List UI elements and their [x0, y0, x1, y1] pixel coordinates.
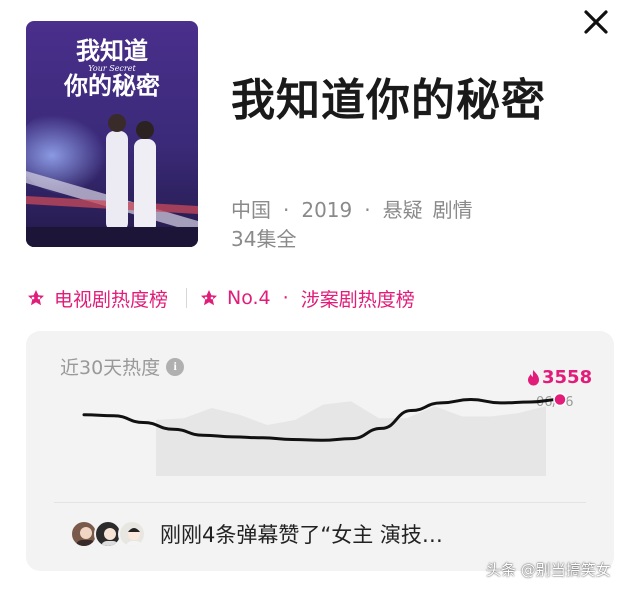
watermark: 头条 @别当搞笑女: [486, 561, 611, 579]
star-icon: [201, 290, 218, 306]
divider: [54, 502, 586, 503]
rank-number[interactable]: No.4: [227, 287, 271, 309]
danmaku-comment-row[interactable]: 刚刚4条弹幕赞了“女主 演技…: [70, 517, 443, 551]
tv-heat-ranking-link[interactable]: 电视剧热度榜: [54, 285, 168, 312]
meta-separator: ·: [364, 198, 371, 222]
close-icon: [584, 10, 608, 34]
danmaku-comment-text: 刚刚4条弹幕赞了“女主 演技…: [160, 523, 443, 547]
heat-card[interactable]: 近30天热度 i 3558 06/06 刚刚4条弹幕赞了“女主 演技…: [26, 331, 614, 571]
close-button[interactable]: [578, 4, 614, 40]
show-title: 我知道你的秘密: [231, 75, 546, 126]
divider: [186, 288, 188, 308]
show-poster[interactable]: 我知道 Your Secret 你的秘密: [26, 21, 198, 247]
episodes-label: 34集全: [231, 227, 297, 251]
country-label: 中国: [231, 198, 271, 222]
genre-label: 悬疑: [382, 198, 423, 222]
avatar: [118, 520, 146, 548]
crime-drama-ranking-link[interactable]: 涉案剧热度榜: [301, 285, 415, 312]
poster-title-line2: 你的秘密: [63, 72, 160, 100]
year-label: 2019: [301, 198, 353, 222]
avatar-group: [70, 519, 146, 549]
genre-label: 剧情: [432, 198, 473, 222]
poster-title-line1: 我知道: [76, 37, 148, 65]
star-icon: [28, 290, 44, 306]
heat-trend-chart: [82, 392, 567, 476]
rank-separator: ·: [282, 287, 289, 309]
ranking-row: 电视剧热度榜 No.4 · 涉案剧热度榜: [26, 284, 415, 312]
heat-current-point: [553, 392, 567, 407]
meta-separator: ·: [283, 198, 290, 222]
show-meta: 中国 · 2019 · 悬疑 剧情: [231, 194, 473, 223]
